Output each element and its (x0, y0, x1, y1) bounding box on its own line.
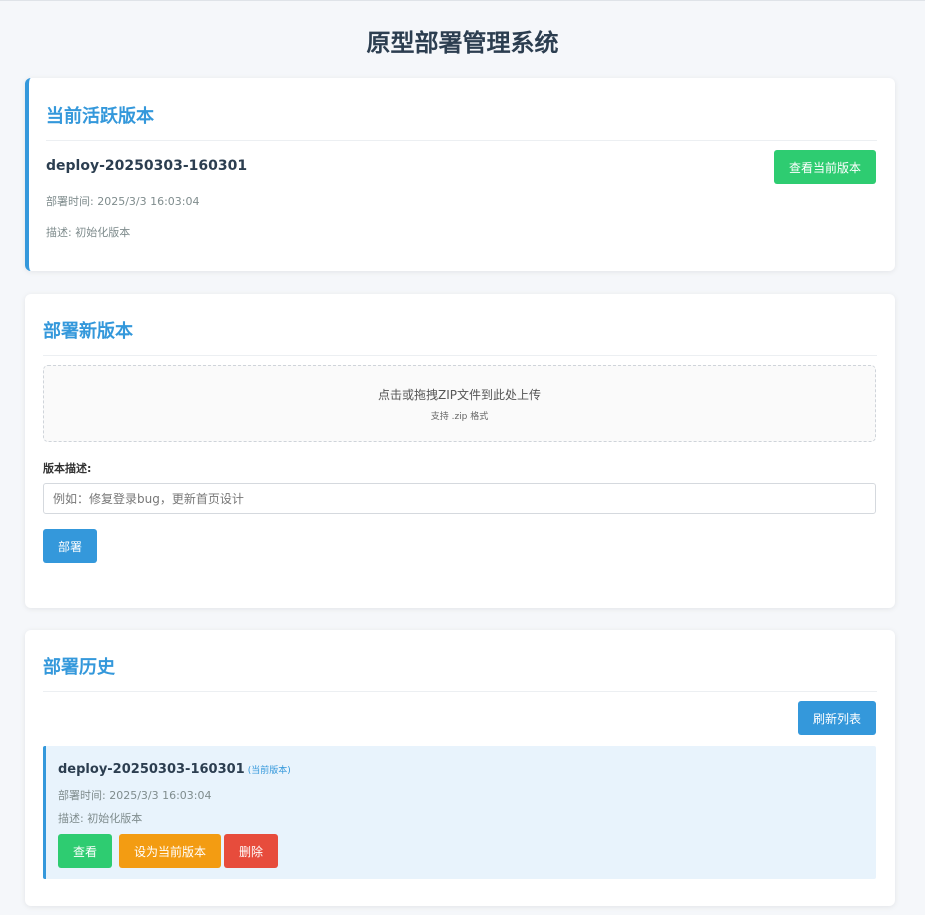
deploy-heading: 部署新版本 (43, 317, 877, 356)
upload-format-hint: 支持 .zip 格式 (430, 412, 489, 422)
history-view-button[interactable]: 查看 (58, 834, 112, 868)
active-version-heading: 当前活跃版本 (46, 102, 877, 141)
view-current-version-button[interactable]: 查看当前版本 (774, 150, 876, 184)
upload-dropzone[interactable]: 点击或拖拽ZIP文件到此处上传 支持 .zip 格式 (43, 365, 876, 442)
deploy-button[interactable]: 部署 (43, 529, 97, 563)
history-card: 部署历史 刷新列表 deploy-20250303-160301 (当前版本) 部… (25, 630, 895, 906)
set-current-version-button[interactable]: 设为当前版本 (119, 834, 221, 868)
active-version-card: 当前活跃版本 deploy-20250303-160301 查看当前版本 部署时… (25, 78, 895, 271)
version-description-input[interactable] (43, 483, 876, 514)
current-version-badge: (当前版本) (247, 766, 291, 776)
active-version-name: deploy-20250303-160301 (46, 158, 248, 174)
refresh-list-button[interactable]: 刷新列表 (798, 701, 876, 735)
deploy-card: 部署新版本 点击或拖拽ZIP文件到此处上传 支持 .zip 格式 版本描述: 部… (25, 294, 895, 608)
page-title: 原型部署管理系统 (366, 29, 559, 57)
history-version-name: deploy-20250303-160301 (58, 762, 245, 777)
active-description: 描述: 初始化版本 (46, 226, 131, 239)
version-description-label: 版本描述: (43, 462, 92, 475)
delete-version-button[interactable]: 删除 (224, 834, 278, 868)
history-description: 描述: 初始化版本 (58, 812, 143, 825)
history-heading: 部署历史 (43, 653, 877, 692)
history-item: deploy-20250303-160301 (当前版本) 部署时间: 2025/… (43, 746, 876, 879)
history-version-row: deploy-20250303-160301 (当前版本) (58, 762, 291, 777)
history-deploy-time: 部署时间: 2025/3/3 16:03:04 (58, 789, 212, 802)
active-deploy-time: 部署时间: 2025/3/3 16:03:04 (46, 195, 200, 208)
upload-main-text: 点击或拖拽ZIP文件到此处上传 (378, 388, 541, 402)
